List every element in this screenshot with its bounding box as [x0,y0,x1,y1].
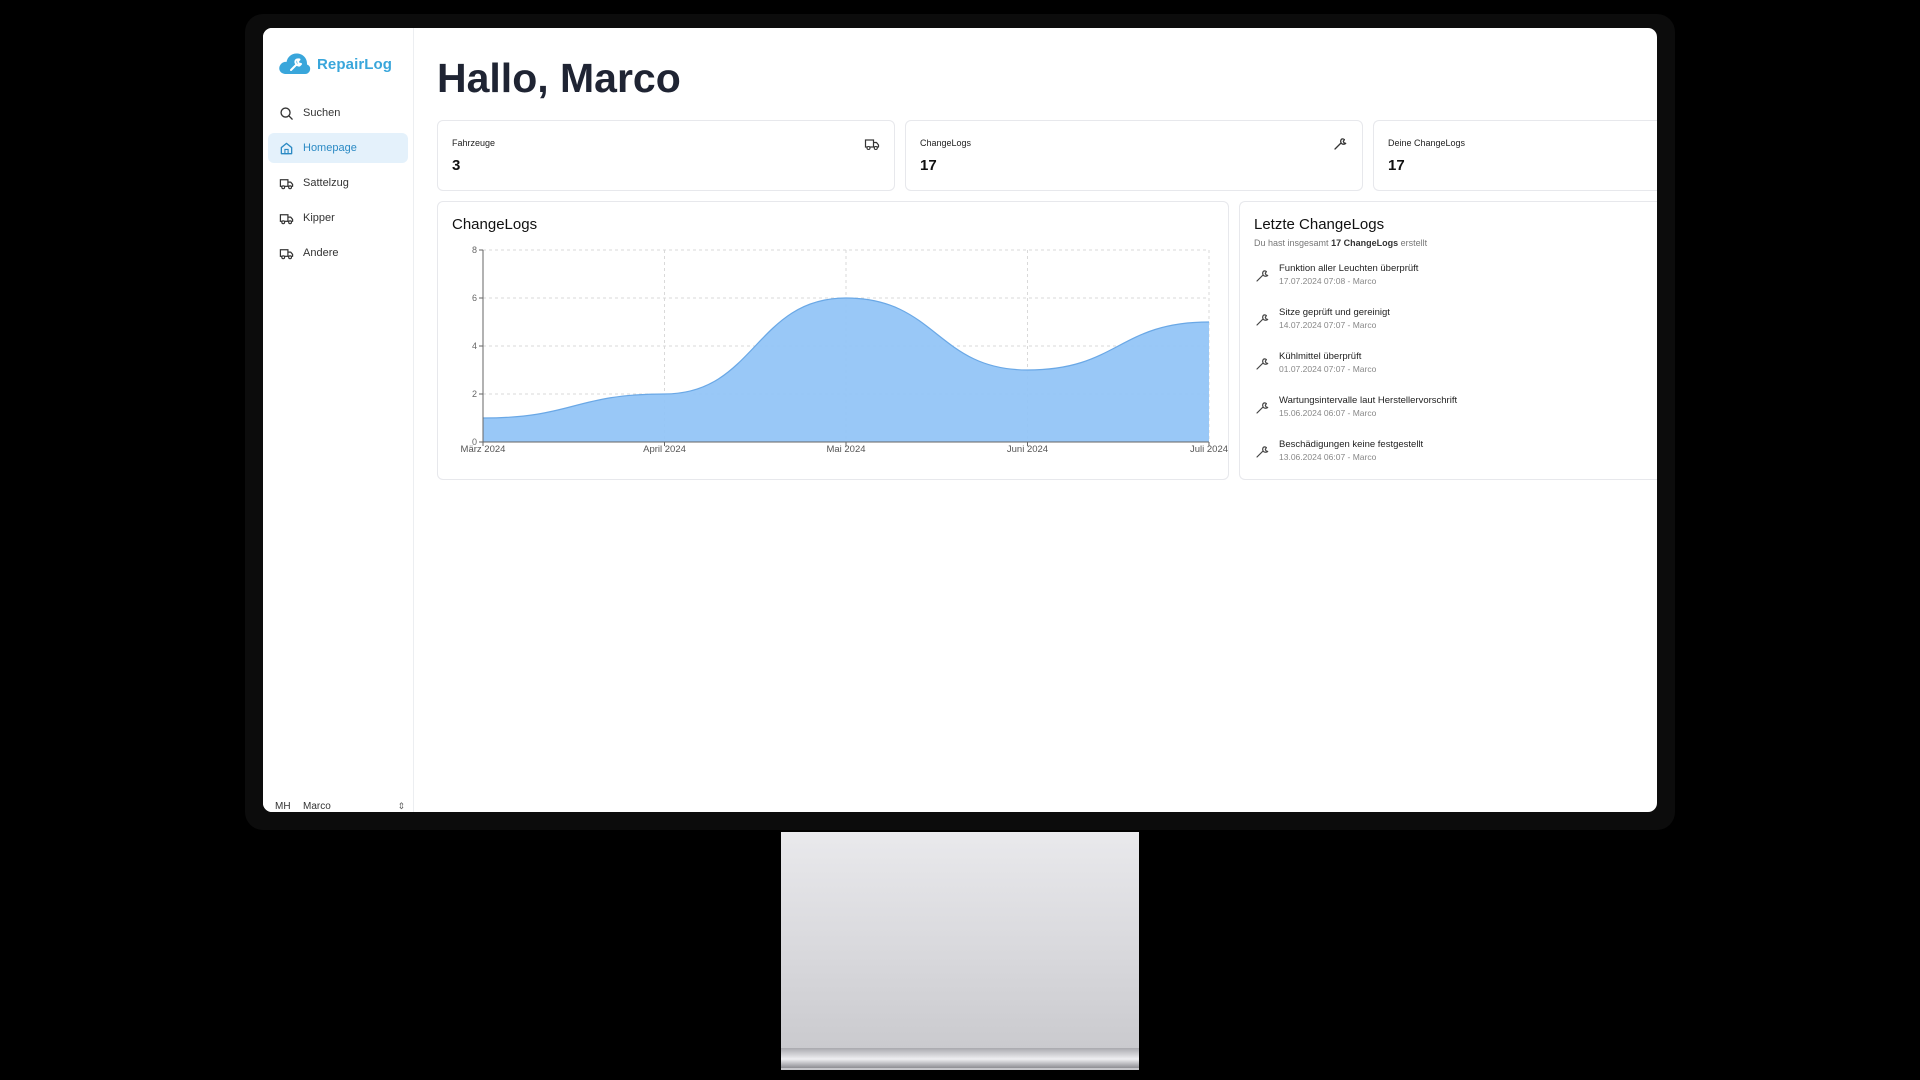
app-name: RepairLog [317,55,393,73]
wrench-icon [1334,138,1347,150]
log-title: Funktion aller Leuchten überprüft [1279,263,1419,274]
wrench-icon [1256,402,1269,414]
user-name: Marco [303,800,331,812]
list-item[interactable]: Wartungsintervalle laut Herstellervorsch… [1254,394,1654,438]
y-tick-label: 8 [472,245,477,255]
stat-label: Deine ChangeLogs [1388,138,1466,148]
log-meta: 01.07.2024 07:07 - Marco [1279,364,1377,374]
stat-label: ChangeLogs [920,138,972,148]
wrench-icon [1256,358,1269,370]
sidebar-item-label: Kipper [303,212,335,224]
log-meta: 14.07.2024 07:07 - Marco [1279,320,1377,330]
truck-icon [279,248,294,259]
stat-card-changelogs: ChangeLogs 17 [905,120,1363,191]
stat-label: Fahrzeuge [452,138,496,148]
recent-count: 17 ChangeLogs [1331,238,1399,248]
sidebar-item-suchen[interactable]: Suchen [268,98,408,128]
log-title: Beschädigungen keine festgestellt [1279,439,1424,450]
truck-icon [864,139,880,151]
chevron-up-down-icon: ⇕ [397,800,405,811]
y-tick-label: 6 [472,293,477,303]
sidebar-item-sattelzug[interactable]: Sattelzug [268,168,408,198]
sidebar: RepairLog Suchen Homepage Sattelzug Kipp… [263,28,414,812]
y-tick-label: 4 [472,341,477,351]
sidebar-item-kipper[interactable]: Kipper [268,203,408,233]
home-icon [280,142,293,154]
sidebar-item-label: Andere [303,247,339,259]
truck-icon [279,213,294,224]
log-title: Wartungsintervalle laut Herstellervorsch… [1279,395,1458,406]
stat-value: 3 [452,157,461,174]
app-screen: RepairLog Suchen Homepage Sattelzug Kipp… [263,28,1657,812]
truck-icon [279,178,294,189]
stat-card-fahrzeuge: Fahrzeuge 3 [437,120,895,191]
x-tick-label: Mai 2024 [826,444,865,455]
page-title: Hallo, Marco [437,55,681,101]
series-area [483,298,1209,442]
x-tick-label: März 2024 [461,444,506,455]
log-meta: 15.06.2024 06:07 - Marco [1279,408,1377,418]
x-tick-label: April 2024 [643,444,686,455]
log-title: Kühlmittel überprüft [1279,351,1362,362]
cloud-wrench-logo-icon [279,53,311,74]
chart-card: ChangeLogs 0 2 4 6 8 März 2024 April 2024 Mai 2… [437,201,1229,480]
x-tick-label: Juli 2024 [1190,444,1228,455]
recent-subtitle: Du hast insgesamt 17 ChangeLogs erstellt [1254,238,1428,248]
x-tick-label: Juni 2024 [1007,444,1048,455]
avatar: MH [275,800,291,812]
sidebar-item-label: Homepage [303,142,357,154]
list-item[interactable]: Funktion aller Leuchten überprüft 17.07.2… [1254,262,1654,306]
stat-card-deine-changelogs: Deine ChangeLogs 17 [1373,120,1657,191]
list-item[interactable]: Sitze geprüft und gereinigt 14.07.2024 07… [1254,306,1654,350]
sidebar-item-andere[interactable]: Andere [268,238,408,268]
search-icon [280,106,293,120]
recent-title: Letzte ChangeLogs [1254,216,1385,233]
stat-value: 17 [1388,157,1405,174]
app-logo[interactable]: RepairLog [277,50,392,78]
sidebar-item-label: Suchen [303,107,341,119]
sidebar-item-label: Sattelzug [303,177,349,189]
log-meta: 13.06.2024 06:07 - Marco [1279,452,1377,462]
changelogs-area-chart: 02468März 2024 April 2024 Mai 2024 Juni 202… [461,245,1228,455]
recent-list: Funktion aller Leuchten überprüft 17.07.2… [1254,262,1654,482]
sidebar-item-homepage[interactable]: Homepage [268,133,408,163]
wrench-icon [1256,270,1269,282]
stat-value: 17 [920,157,937,174]
monitor-stand [781,832,1139,1070]
wrench-icon [1256,314,1269,326]
y-tick-label: 2 [472,389,477,399]
list-item[interactable]: Kühlmittel überprüft 01.07.2024 07:07 - M… [1254,350,1654,394]
wrench-icon [1256,446,1269,458]
sidebar-nav: Suchen Homepage Sattelzug Kipper Andere [268,98,408,273]
monitor-stand-foot [781,1048,1139,1068]
log-title: Sitze geprüft und gereinigt [1279,307,1390,318]
user-menu[interactable]: MH Marco ⇕ [275,798,405,812]
recent-changelogs-card: Letzte ChangeLogs Du hast insgesamt 17 C… [1239,201,1657,480]
list-item[interactable]: Beschädigungen keine festgestellt 13.06.2… [1254,438,1654,482]
log-meta: 17.07.2024 07:08 - Marco [1279,276,1377,286]
main-content: Hallo, Marco Fahrzeuge 3 ChangeLogs 17 D… [437,28,1657,812]
